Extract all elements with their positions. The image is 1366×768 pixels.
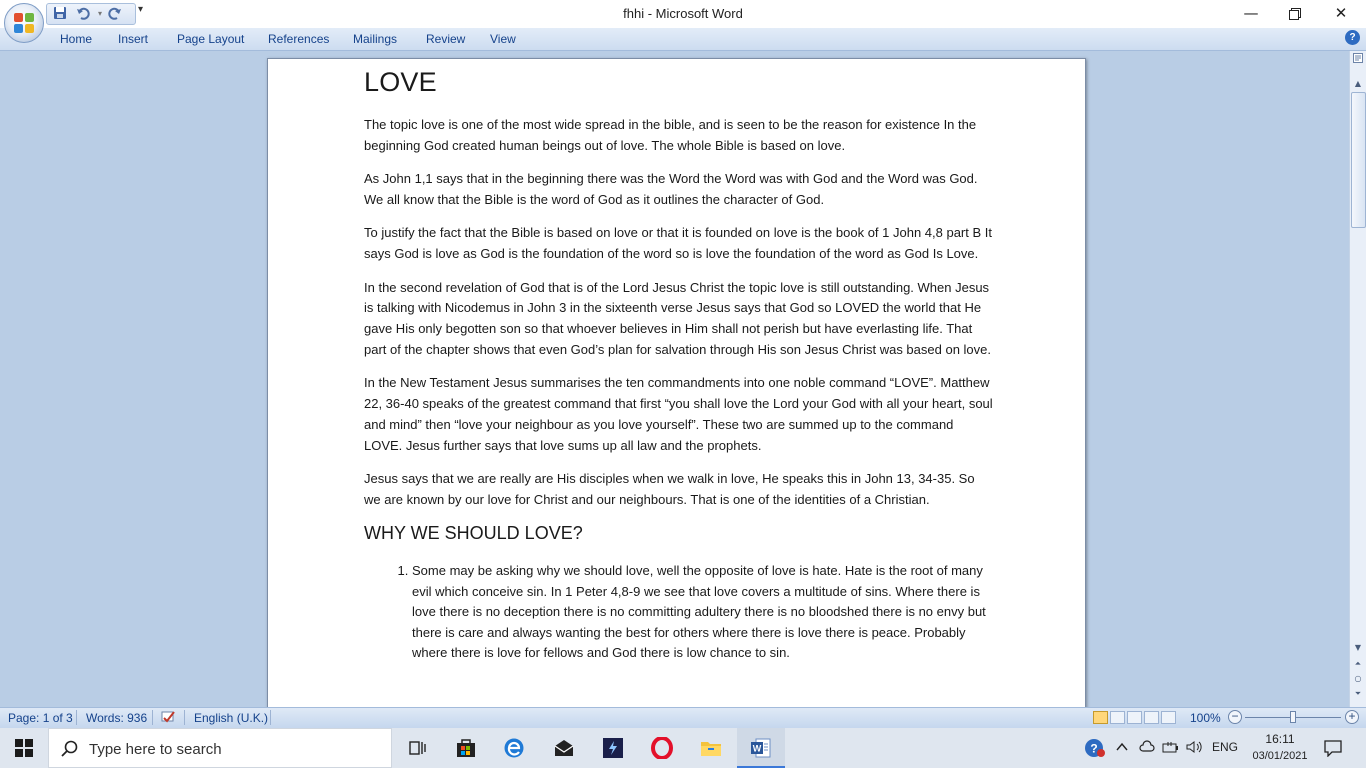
outline-view-icon[interactable]: [1144, 711, 1159, 724]
office-button[interactable]: [4, 3, 44, 43]
tab-page-layout[interactable]: Page Layout: [177, 32, 244, 46]
status-bar: Page: 1 of 3 Words: 936 English (U.K.) 1…: [0, 707, 1366, 728]
paragraph: As John 1,1 says that in the beginning t…: [364, 171, 978, 207]
quick-access-toolbar: ▾: [46, 3, 136, 25]
scroll-thumb[interactable]: [1351, 92, 1366, 228]
tab-mailings[interactable]: Mailings: [353, 32, 397, 46]
clock-time[interactable]: 16:11: [1250, 732, 1310, 746]
minimize-button[interactable]: —: [1228, 0, 1274, 28]
taskbar: Type here to search W ? ENG 16:11 03/01/…: [0, 728, 1366, 768]
tab-home[interactable]: Home: [60, 32, 92, 46]
document-page[interactable]: LOVE The topic love is one of the most w…: [267, 58, 1086, 707]
start-button[interactable]: [0, 728, 48, 768]
zoom-in-icon[interactable]: +: [1345, 710, 1359, 724]
edge-button[interactable]: [490, 728, 538, 768]
dark-app-icon: [603, 738, 623, 758]
notifications-icon[interactable]: [1324, 739, 1342, 760]
save-icon[interactable]: [52, 6, 68, 21]
mail-icon: [554, 740, 574, 756]
help-icon[interactable]: ?: [1345, 30, 1360, 45]
word-count[interactable]: Words: 936: [86, 711, 147, 725]
battery-icon[interactable]: [1162, 740, 1180, 757]
document-content: LOVE The topic love is one of the most w…: [364, 67, 994, 664]
opera-icon: [651, 737, 673, 759]
separator: [76, 710, 77, 725]
numbered-list: Some may be asking why we should love, w…: [364, 561, 994, 664]
paragraph: To justify the fact that the Bible is ba…: [364, 225, 992, 262]
document-workspace: LOVE The topic love is one of the most w…: [0, 51, 1349, 707]
svg-text:?: ?: [1090, 742, 1097, 756]
word-taskbar-button[interactable]: W: [737, 728, 785, 768]
svg-text:W: W: [753, 744, 762, 754]
microsoft-store-button[interactable]: [442, 728, 490, 768]
tab-view[interactable]: View: [490, 32, 516, 46]
list-item: Some may be asking why we should love, w…: [412, 561, 994, 664]
document-heading: LOVE: [364, 67, 437, 97]
separator: [152, 710, 153, 725]
previous-page-icon[interactable]: ⏶: [1350, 657, 1366, 671]
office-logo-icon: [14, 13, 34, 33]
taskbar-search-box[interactable]: Type here to search: [48, 728, 392, 768]
volume-icon[interactable]: [1186, 740, 1204, 757]
tab-review[interactable]: Review: [426, 32, 465, 46]
document-subheading: WHY WE SHOULD LOVE?: [364, 523, 583, 544]
app-button[interactable]: [589, 728, 637, 768]
window-title: fhhi - Microsoft Word: [623, 6, 743, 21]
store-icon: [457, 739, 475, 757]
close-button[interactable]: ✕: [1318, 0, 1364, 28]
restore-button[interactable]: [1272, 0, 1318, 28]
print-layout-view-icon[interactable]: [1093, 711, 1108, 724]
paragraph: The topic love is one of the most wide s…: [364, 117, 977, 153]
tab-references[interactable]: References: [268, 32, 329, 46]
zoom-level[interactable]: 100%: [1190, 711, 1221, 725]
vertical-scrollbar[interactable]: ▲ ▼ ⏶ ○ ⏷: [1349, 51, 1366, 707]
select-browse-object-icon[interactable]: ○: [1350, 672, 1366, 686]
customize-qat-icon[interactable]: ▾: [138, 4, 143, 15]
undo-icon[interactable]: [75, 6, 91, 21]
zoom-out-icon[interactable]: −: [1228, 710, 1242, 724]
search-placeholder: Type here to search: [89, 741, 222, 758]
undo-dropdown-icon[interactable]: ▾: [92, 6, 108, 21]
mail-button[interactable]: [540, 728, 588, 768]
title-bar: ▾ ▾ fhhi - Microsoft Word — ✕: [0, 0, 1366, 28]
opera-button[interactable]: [638, 728, 686, 768]
tab-insert[interactable]: Insert: [118, 32, 148, 46]
search-icon: [61, 740, 78, 757]
clock-date[interactable]: 03/01/2021: [1246, 750, 1314, 762]
ruler-toggle-icon[interactable]: [1350, 51, 1366, 65]
next-page-icon[interactable]: ⏷: [1350, 687, 1366, 701]
help-tray-icon[interactable]: ?: [1084, 738, 1106, 761]
windows-icon: [15, 739, 33, 757]
word-icon: W: [751, 738, 771, 758]
page-count[interactable]: Page: 1 of 3: [8, 711, 73, 725]
scroll-up-icon[interactable]: ▲: [1350, 77, 1366, 91]
paragraph: Jesus says that we are really are His di…: [364, 471, 975, 507]
separator: [184, 710, 185, 725]
full-screen-reading-view-icon[interactable]: [1110, 711, 1125, 724]
zoom-slider-thumb[interactable]: [1290, 711, 1296, 723]
redo-icon[interactable]: [107, 6, 123, 21]
web-layout-view-icon[interactable]: [1127, 711, 1142, 724]
separator: [270, 710, 271, 725]
ribbon-tabs: Home Insert Page Layout References Maili…: [0, 28, 1366, 51]
file-explorer-button[interactable]: [687, 728, 735, 768]
input-language[interactable]: ENG: [1212, 740, 1238, 754]
language-indicator[interactable]: English (U.K.): [194, 711, 268, 725]
cloud-icon[interactable]: [1139, 740, 1155, 757]
edge-icon: [504, 738, 524, 758]
paragraph: In the second revelation of God that is …: [364, 279, 991, 357]
task-view-icon: [409, 741, 426, 755]
folder-icon: [701, 742, 721, 756]
paragraph: In the New Testament Jesus summarises th…: [364, 375, 993, 453]
chevron-up-icon[interactable]: [1115, 740, 1129, 757]
task-view-button[interactable]: [394, 728, 442, 768]
proofing-icon[interactable]: [160, 709, 178, 728]
draft-view-icon[interactable]: [1161, 711, 1176, 724]
scroll-down-icon[interactable]: ▼: [1350, 641, 1366, 655]
